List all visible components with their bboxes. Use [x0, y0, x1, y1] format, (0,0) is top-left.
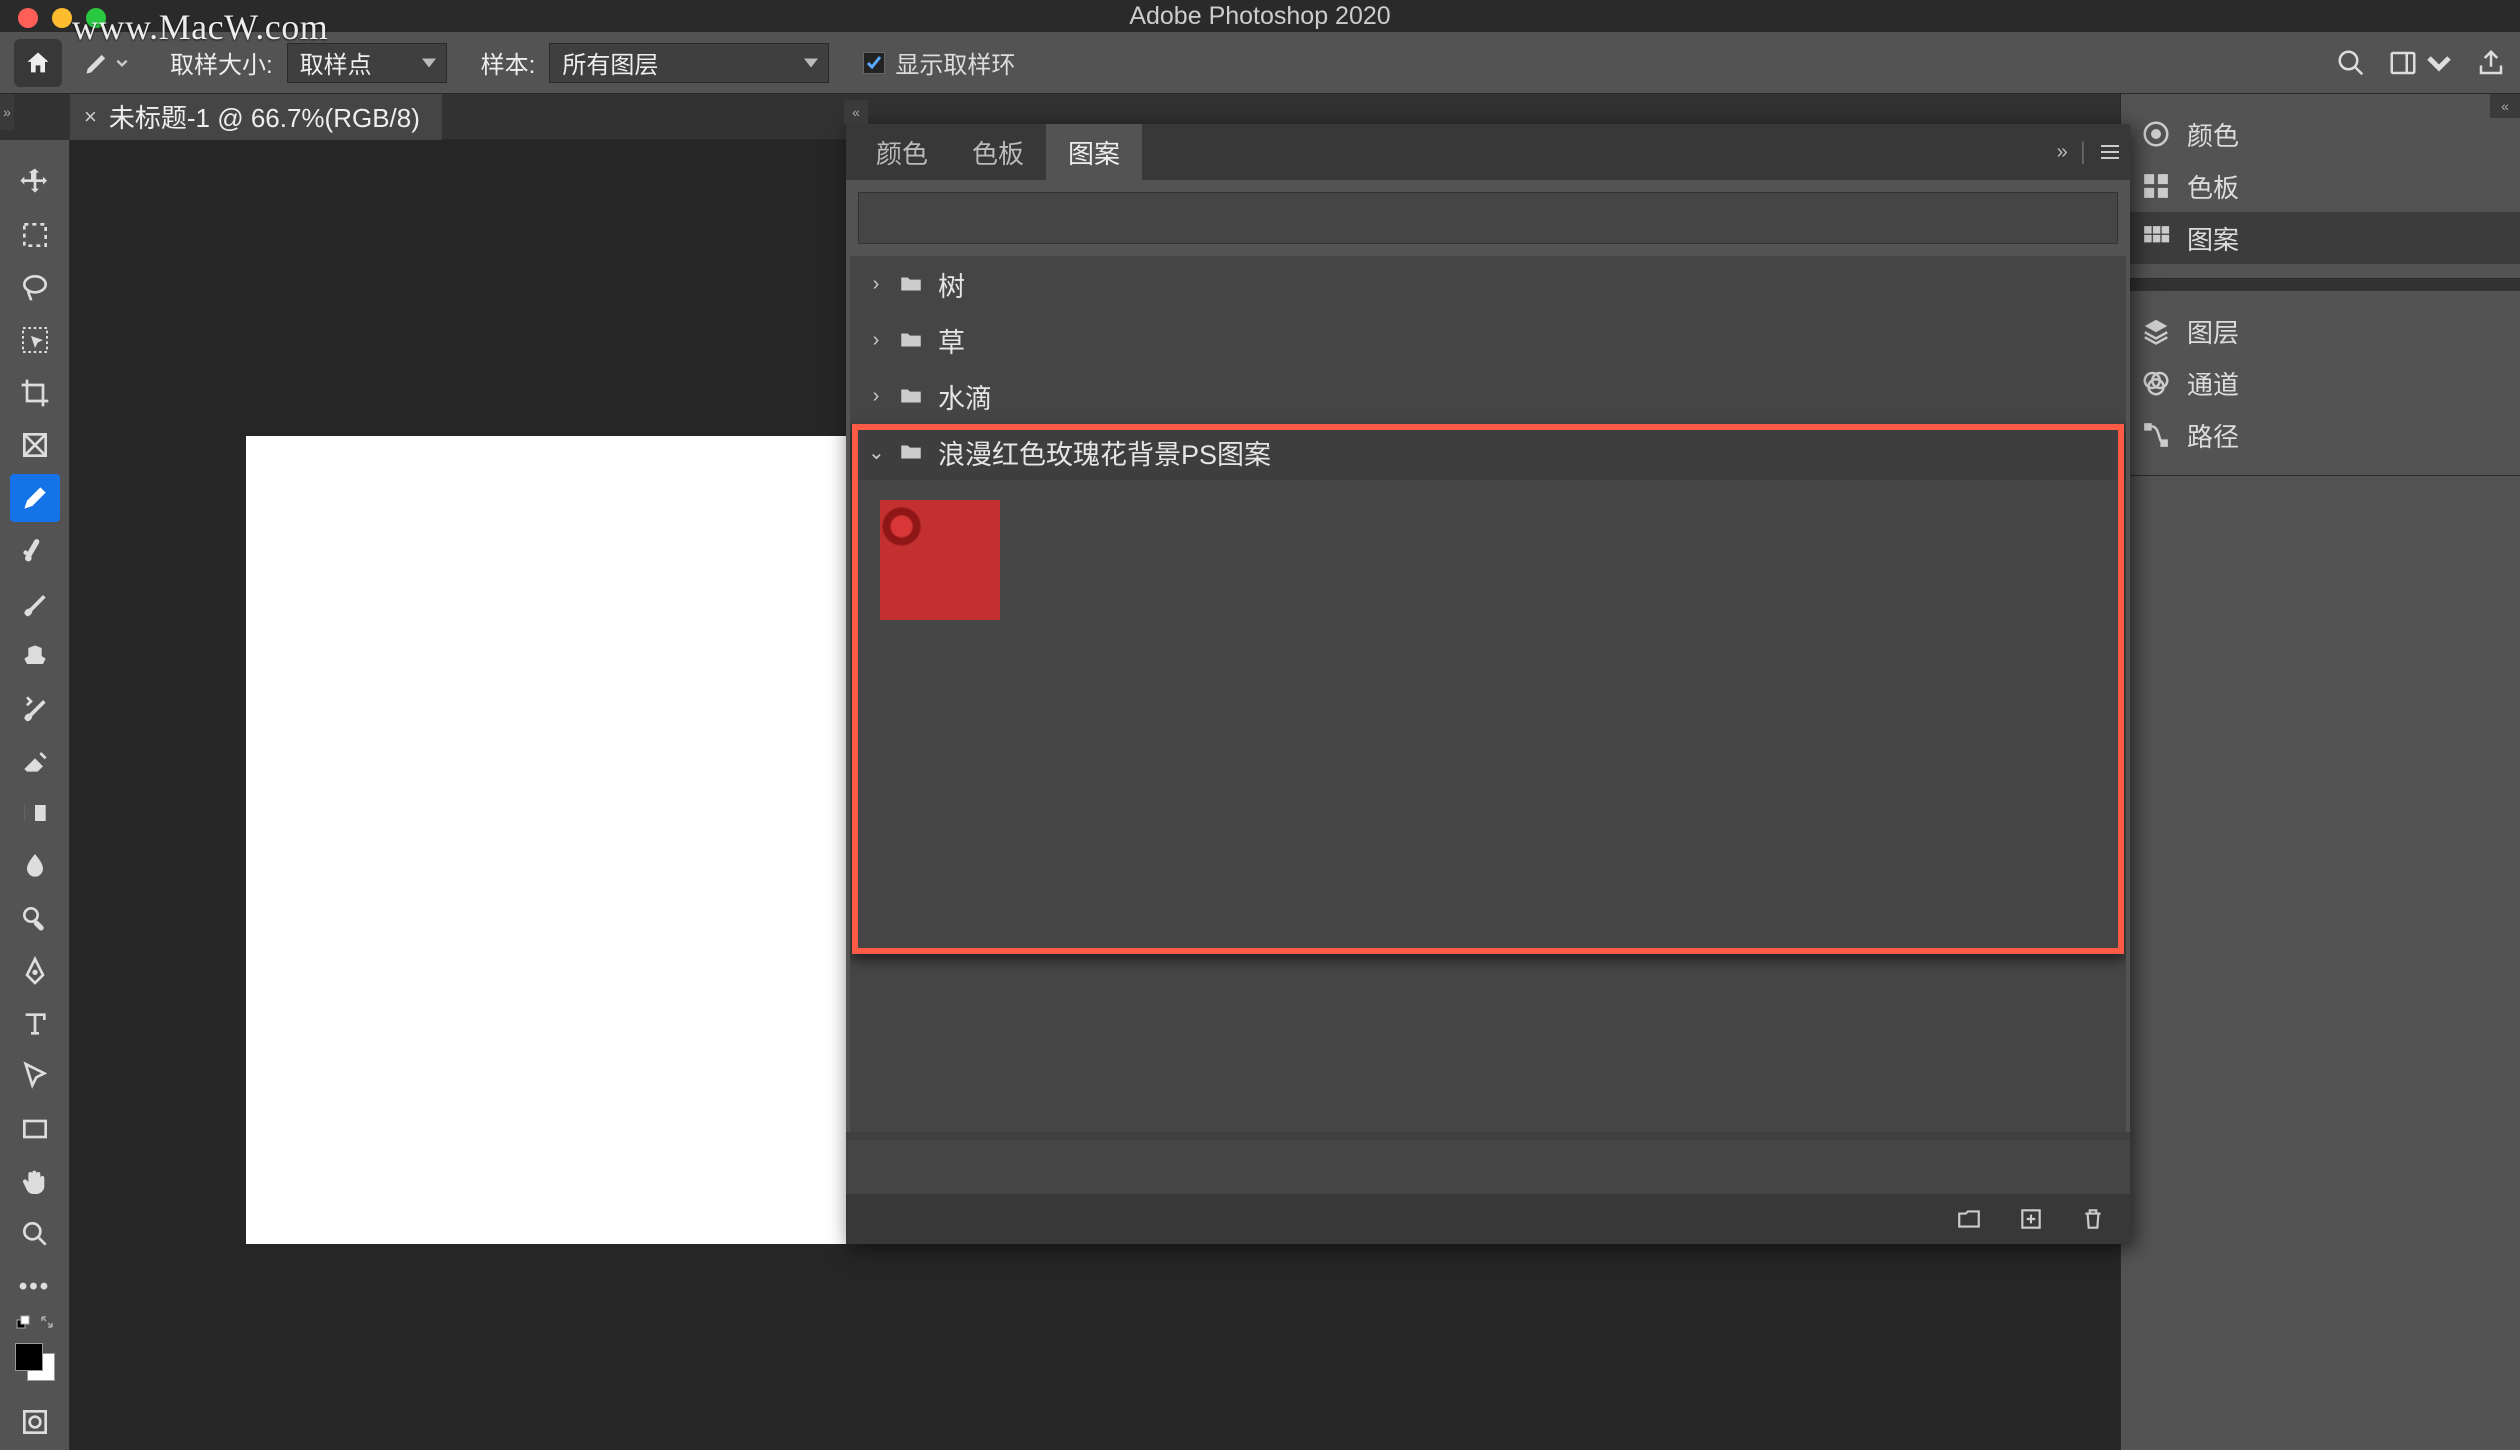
tab-patterns[interactable]: 图案 [1046, 124, 1142, 180]
folder-icon [898, 383, 924, 409]
type-tool[interactable] [10, 1000, 60, 1049]
options-bar: 取样大小: 取样点 样本: 所有图层 显示取样环 [0, 32, 2520, 94]
path-selection-tool[interactable] [10, 1052, 60, 1101]
pattern-size-slider[interactable] [846, 1140, 2130, 1194]
app-title: Adobe Photoshop 2020 [1129, 2, 1390, 31]
channels-icon [2141, 368, 2171, 398]
sample-label: 样本: [481, 45, 536, 80]
object-selection-tool[interactable] [10, 316, 60, 365]
app-titlebar: Adobe Photoshop 2020 [0, 0, 2520, 32]
close-window-dot[interactable] [18, 8, 38, 28]
lasso-tool[interactable] [10, 263, 60, 312]
dodge-tool[interactable] [10, 894, 60, 943]
eraser-tool[interactable] [10, 737, 60, 786]
pattern-folder-water[interactable]: › 水滴 [850, 368, 2126, 424]
home-button[interactable] [14, 39, 62, 87]
eyedropper-tool[interactable] [10, 474, 60, 523]
pattern-search-input[interactable] [858, 192, 2118, 244]
close-tab-icon[interactable]: × [84, 104, 97, 130]
crop-tool[interactable] [10, 368, 60, 417]
patterns-panel-tabs: 颜色 色板 图案 » | [846, 124, 2130, 180]
panel-color[interactable]: 颜色 [2121, 108, 2520, 160]
blur-tool[interactable] [10, 842, 60, 891]
rose-pattern-thumbnail[interactable] [880, 500, 1000, 620]
panel-layers[interactable]: 图层 [2121, 305, 2520, 357]
folder-icon [898, 327, 924, 353]
minimize-window-dot[interactable] [52, 8, 72, 28]
move-tool[interactable] [10, 158, 60, 207]
pattern-thumbnails [850, 480, 2126, 640]
panel-expand-icon[interactable]: » [2057, 141, 2068, 164]
watermark-text: www.MacW.com [72, 6, 328, 48]
show-sampling-ring-checkbox[interactable]: 显示取样环 [863, 45, 1015, 80]
pattern-folder-grass[interactable]: › 草 [850, 312, 2126, 368]
search-icon[interactable] [2336, 48, 2366, 78]
panel-patterns[interactable]: 图案 [2121, 212, 2520, 264]
pattern-folder-tree[interactable]: › 树 [850, 256, 2126, 312]
sample-layers-select[interactable]: 所有图层 [549, 43, 829, 83]
pattern-folder-rose[interactable]: ⌄ 浪漫红色玫瑰花背景PS图案 [850, 424, 2126, 480]
patterns-panel: 颜色 色板 图案 » | › 树 › 草 › 水滴 ⌄ 浪漫红色玫瑰花背景PS图… [846, 124, 2130, 1244]
quick-mask-toggle[interactable] [10, 1397, 60, 1446]
paths-icon [2141, 420, 2171, 450]
document-tab[interactable]: × 未标题-1 @ 66.7%(RGB/8) [70, 94, 442, 140]
panel-group-color: 颜色 色板 图案 [2121, 94, 2520, 279]
toolbar-expand-toggle[interactable]: » [0, 94, 14, 130]
chevron-right-icon: › [868, 329, 884, 352]
panel-swatches[interactable]: 色板 [2121, 160, 2520, 212]
sample-size-select[interactable]: 取样点 [287, 43, 447, 83]
folder-icon [898, 439, 924, 465]
foreground-color-swatch[interactable] [15, 1343, 43, 1371]
panel-paths[interactable]: 路径 [2121, 409, 2520, 461]
rectangle-tool[interactable] [10, 1105, 60, 1154]
rectangular-marquee-tool[interactable] [10, 211, 60, 260]
foreground-background-swatches[interactable] [15, 1343, 55, 1382]
folder-icon [898, 271, 924, 297]
frame-tool[interactable] [10, 421, 60, 470]
brush-tool[interactable] [10, 579, 60, 628]
patterns-icon [2141, 223, 2171, 253]
share-icon[interactable] [2476, 48, 2506, 78]
hand-tool[interactable] [10, 1157, 60, 1206]
new-pattern-icon[interactable] [2018, 1206, 2044, 1232]
delete-pattern-icon[interactable] [2080, 1206, 2106, 1232]
tab-color[interactable]: 颜色 [854, 124, 950, 180]
chevron-right-icon: › [868, 385, 884, 408]
chevron-right-icon: › [868, 273, 884, 296]
clone-stamp-tool[interactable] [10, 631, 60, 680]
swatches-icon [2141, 171, 2171, 201]
sample-size-label: 取样大小: [170, 45, 273, 80]
layers-icon [2141, 316, 2171, 346]
pattern-panel-collapse[interactable]: « [844, 100, 868, 124]
swatch-mini-controls[interactable] [10, 1315, 60, 1334]
panel-channels[interactable]: 通道 [2121, 357, 2520, 409]
pen-tool[interactable] [10, 947, 60, 996]
edit-toolbar[interactable]: ••• [10, 1262, 60, 1311]
document-tab-title: 未标题-1 @ 66.7%(RGB/8) [109, 98, 420, 135]
save-to-library-icon[interactable] [1956, 1206, 1982, 1232]
chevron-down-icon: ⌄ [868, 440, 884, 465]
panel-group-layers: 图层 通道 路径 [2121, 291, 2520, 476]
right-docked-panels: 颜色 色板 图案 图层 通道 路径 [2120, 94, 2520, 1450]
checkbox-icon [863, 52, 885, 74]
panel-menu-icon[interactable] [2098, 140, 2122, 164]
gradient-tool[interactable] [10, 789, 60, 838]
tab-swatches[interactable]: 色板 [950, 124, 1046, 180]
history-brush-tool[interactable] [10, 684, 60, 733]
patterns-panel-footer [846, 1194, 2130, 1244]
tools-panel: ••• [0, 140, 70, 1450]
pattern-tree: › 树 › 草 › 水滴 ⌄ 浪漫红色玫瑰花背景PS图案 [850, 256, 2126, 1132]
right-panels-collapse[interactable]: « [2490, 94, 2520, 118]
workspace-switcher[interactable] [2388, 48, 2454, 78]
zoom-tool[interactable] [10, 1210, 60, 1259]
color-wheel-icon [2141, 119, 2171, 149]
healing-brush-tool[interactable] [10, 526, 60, 575]
